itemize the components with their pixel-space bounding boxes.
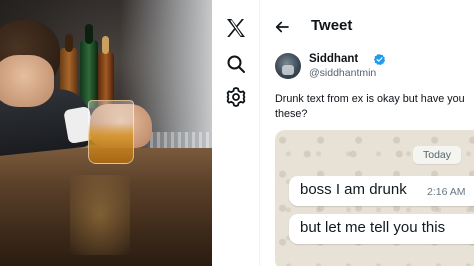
tweet-text-line: Drunk text from ex is okay but have you [275,93,465,105]
chat-message-bubble: but let me tell you this [289,214,474,244]
chat-date-label: Today [413,146,462,164]
bottle [80,40,98,108]
bottle-neck [85,24,93,44]
back-arrow-icon[interactable] [273,18,291,36]
chat-message-bubble: boss I am drunk 2:16 AM [289,176,474,206]
tweet-text-line: these? [275,108,308,120]
x-logo-icon[interactable] [224,16,248,40]
tweet-text: Drunk text from ex is okay but have you … [275,92,474,122]
man-face [0,55,54,107]
counter-reflection [70,175,130,255]
tweet-image-photo [0,0,212,266]
bottle-neck [102,36,109,54]
chat-message-time: 2:16 AM [427,186,466,198]
whiskey-glass [88,100,134,164]
chat-message-text: boss I am drunk [300,181,407,198]
settings-icon[interactable] [224,85,248,109]
search-icon[interactable] [224,52,248,76]
author-name[interactable]: Siddhant [309,53,358,65]
chat-message-text: but let me tell you this [300,219,446,236]
bottle-neck [65,34,73,52]
tweet-detail: Tweet Siddhant @siddhantmin Drunk text f… [261,0,474,266]
avatar[interactable] [275,53,301,79]
verified-badge-icon [373,53,386,66]
author-handle[interactable]: @siddhantmin [309,67,376,79]
page-title: Tweet [311,17,353,34]
chat-screenshot-image[interactable]: Today boss I am drunk 2:16 AM but let me… [275,130,474,266]
tweet-header: Tweet [261,0,474,54]
side-nav [212,0,260,266]
